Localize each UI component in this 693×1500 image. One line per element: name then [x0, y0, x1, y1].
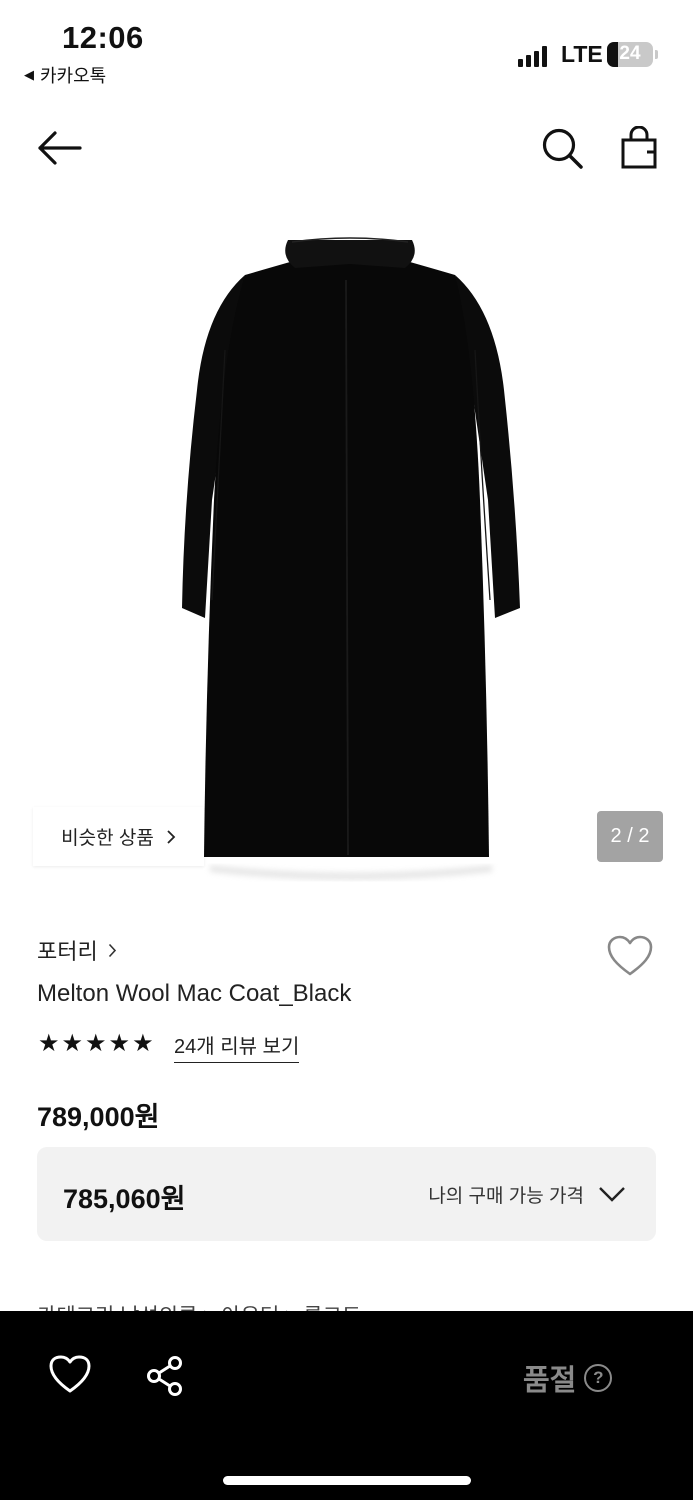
- home-indicator[interactable]: [223, 1476, 471, 1485]
- search-button[interactable]: [540, 126, 584, 170]
- star-icon: ★: [108, 1030, 131, 1057]
- product-price: 789,000원: [37, 1102, 160, 1132]
- arrow-left-icon: [38, 131, 82, 165]
- similar-products-label: 비슷한 상품: [61, 828, 154, 849]
- chevron-down-icon: [599, 1187, 625, 1202]
- star-icon: ★: [38, 1030, 60, 1057]
- heart-icon: [607, 935, 653, 976]
- review-link[interactable]: 24개 리뷰 보기: [174, 1030, 300, 1063]
- network-type: LTE: [561, 41, 603, 67]
- brand-link[interactable]: 포터리: [37, 934, 117, 966]
- share-icon: [147, 1356, 182, 1396]
- star-icon: ★: [85, 1030, 107, 1057]
- cellular-signal-icon: [518, 45, 547, 67]
- chevron-right-icon: [167, 829, 176, 844]
- share-button[interactable]: [145, 1355, 185, 1397]
- my-price-value: 785,060원: [63, 1184, 186, 1214]
- image-pager: 2 / 2: [597, 811, 663, 862]
- help-icon[interactable]: ?: [584, 1364, 613, 1392]
- coat-image: [182, 237, 520, 880]
- status-time: 12:06: [62, 20, 144, 55]
- cart-button[interactable]: [619, 125, 659, 170]
- shopping-bag-icon: [621, 125, 657, 169]
- similar-products-button[interactable]: 비슷한 상품: [33, 807, 204, 866]
- brand-name: 포터리: [37, 939, 98, 964]
- search-icon: [542, 128, 583, 169]
- my-price-dropdown[interactable]: 785,060원 나의 구매 가능 가격: [37, 1147, 656, 1241]
- back-triangle-icon: ◀: [24, 67, 34, 82]
- rating-stars: ★ ★ ★ ★ ★: [38, 1032, 154, 1056]
- wishlist-button[interactable]: [606, 934, 654, 978]
- battery-level: 24: [619, 43, 641, 64]
- bottom-action-bar: [0, 1311, 693, 1500]
- star-icon: ★: [61, 1030, 84, 1057]
- my-price-label: 나의 구매 가능 가격: [428, 1186, 584, 1207]
- product-image[interactable]: [0, 200, 693, 890]
- back-button[interactable]: [36, 128, 82, 168]
- sold-out-label: 품절: [523, 1365, 577, 1397]
- chevron-right-icon: [108, 943, 116, 957]
- back-to-app-link[interactable]: ◀ 카카오톡: [24, 62, 106, 88]
- battery-tip: [655, 50, 658, 59]
- battery-icon: 24: [607, 42, 653, 67]
- sold-out-status: 품절 ?: [523, 1357, 613, 1399]
- back-app-label: 카카오톡: [40, 66, 107, 86]
- bottom-wishlist-button[interactable]: [48, 1354, 92, 1394]
- star-icon: ★: [132, 1030, 154, 1057]
- product-name: Melton Wool Mac Coat_Black: [37, 980, 352, 1007]
- heart-icon: [49, 1355, 91, 1393]
